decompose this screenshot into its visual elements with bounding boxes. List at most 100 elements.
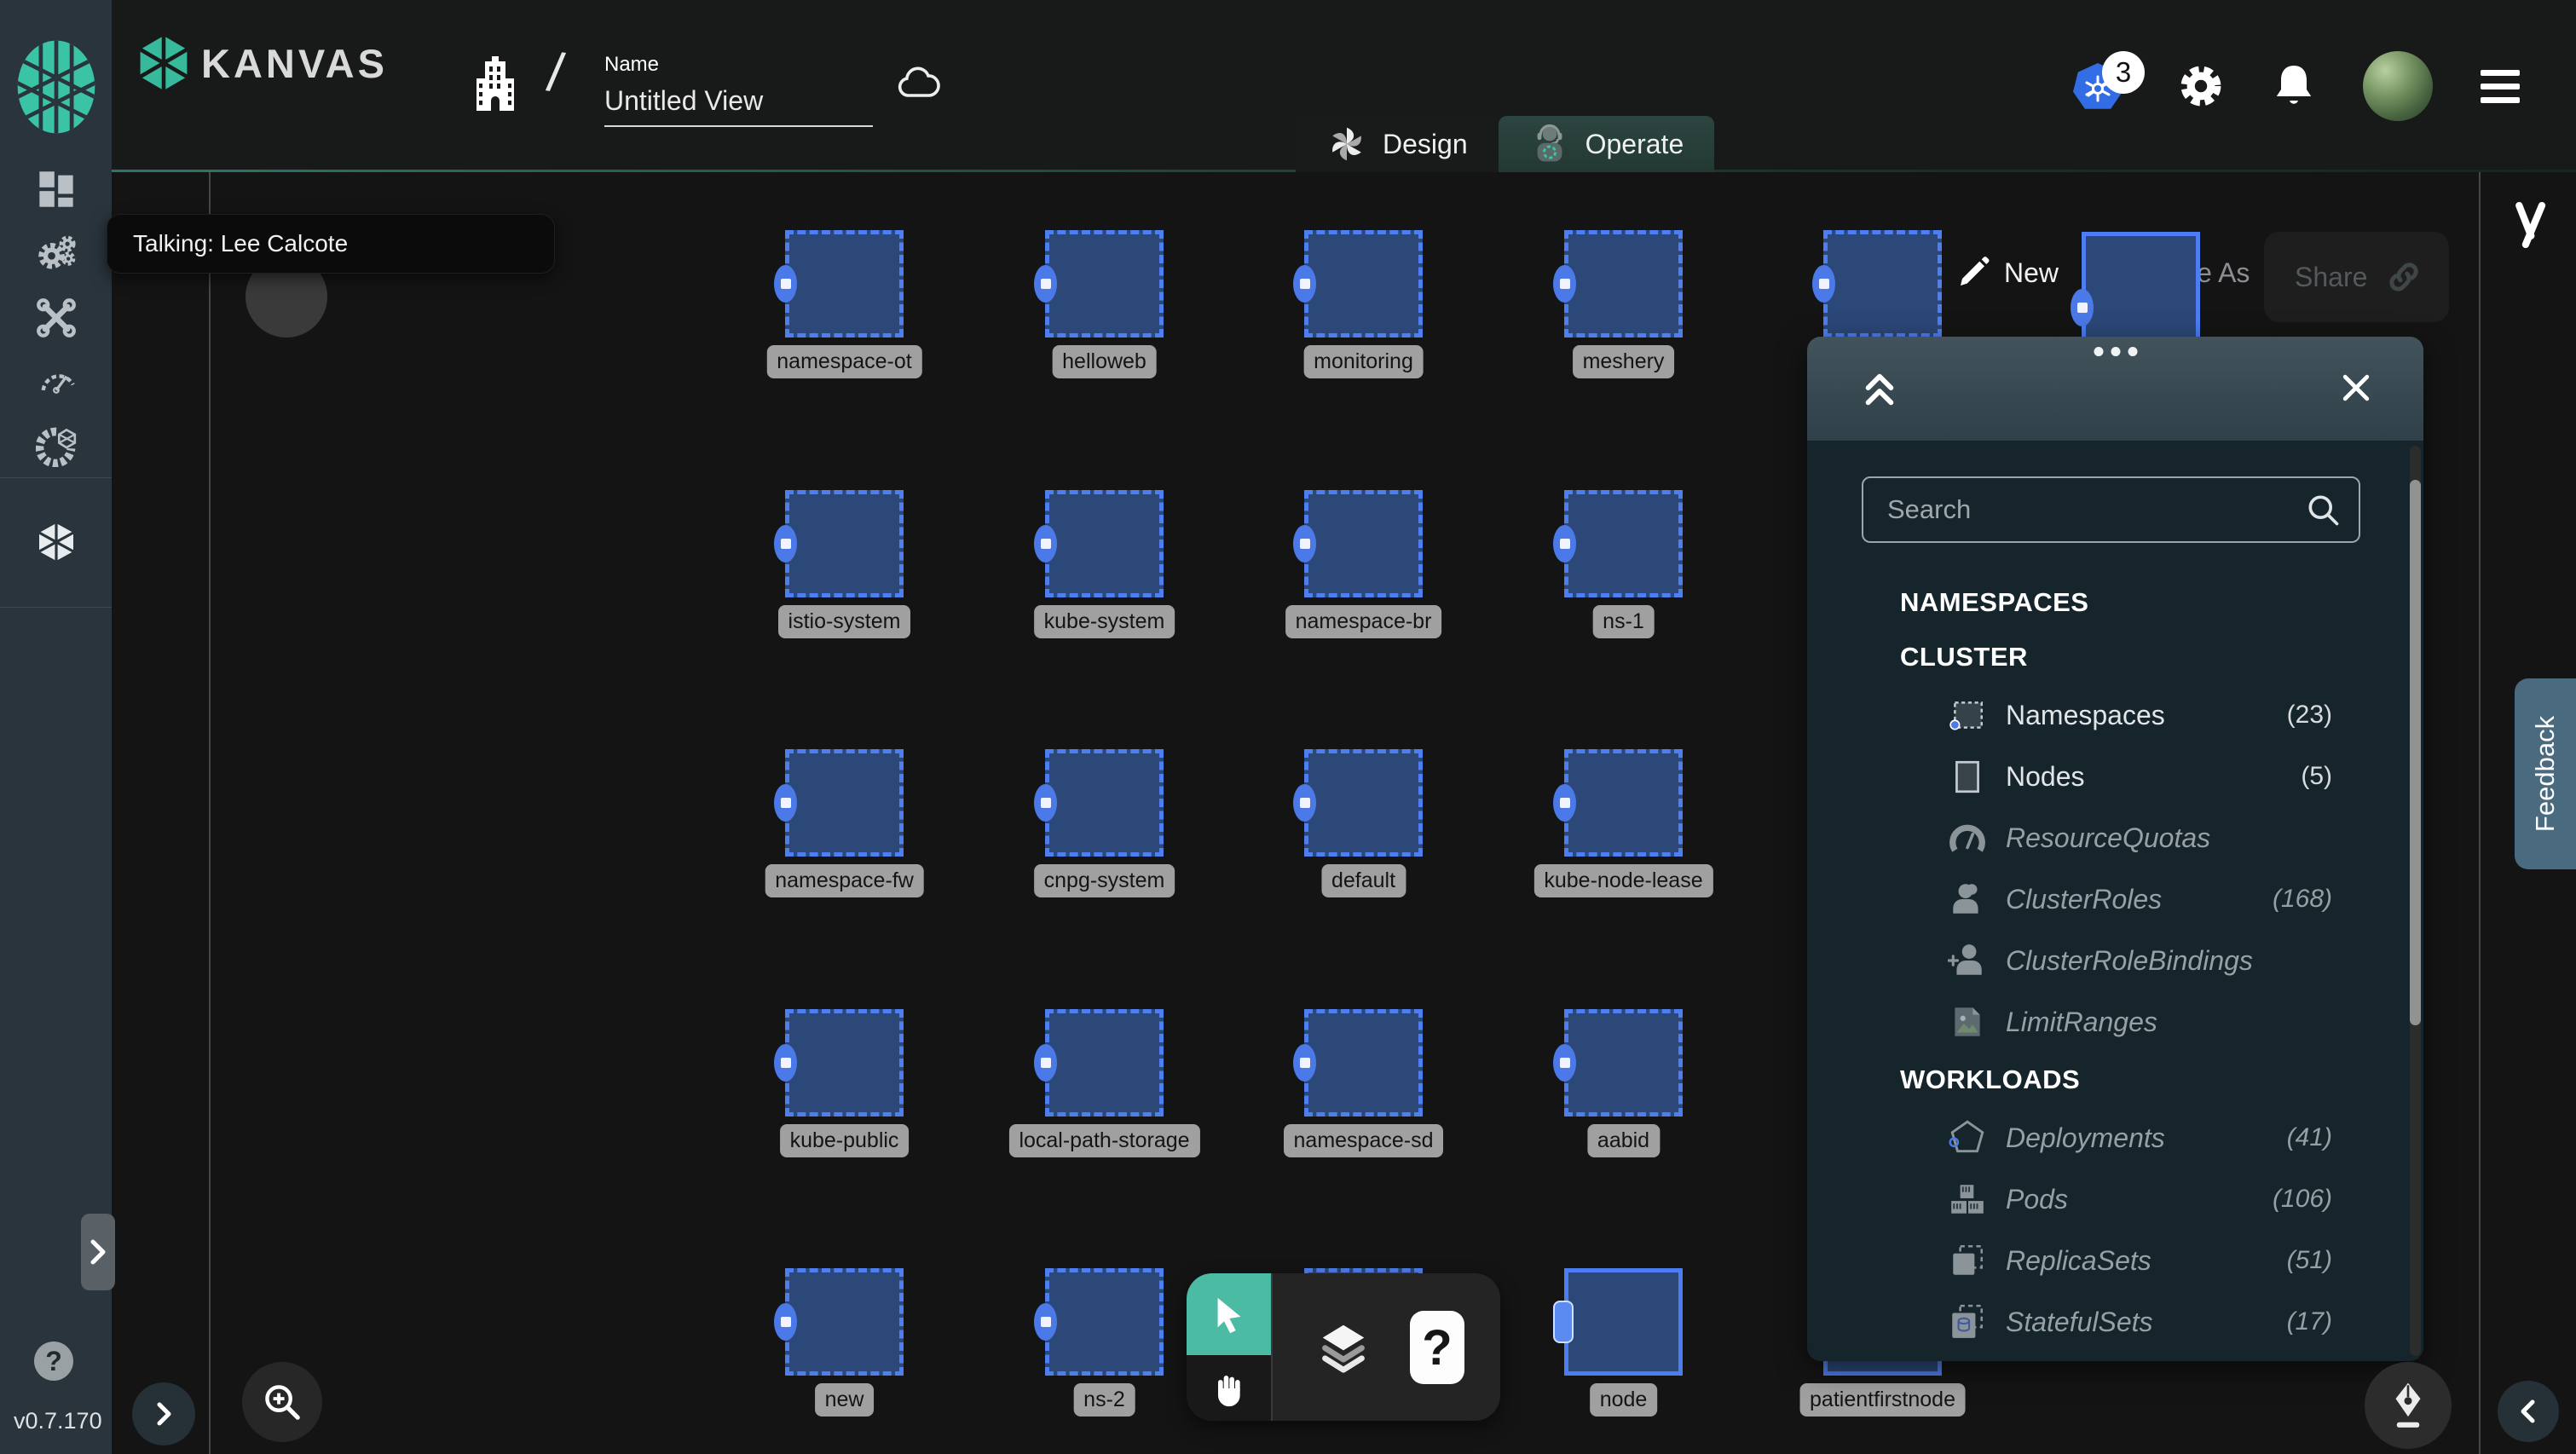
select-cursor-tool[interactable]: [1187, 1273, 1271, 1355]
panel-header[interactable]: [1807, 337, 2423, 441]
zoom-in-button[interactable]: [242, 1362, 322, 1442]
settings-gears-icon[interactable]: [34, 231, 78, 275]
resource-item-resourcequotas[interactable]: ResourceQuotas: [1807, 807, 2399, 868]
canvas-node-node[interactable]: node: [1553, 1268, 1683, 1416]
resource-item-limitranges[interactable]: LimitRanges: [1807, 991, 2399, 1053]
expand-bottom-drawer-button[interactable]: [132, 1382, 195, 1445]
search-input[interactable]: [1862, 476, 2360, 543]
help-tool[interactable]: ?: [1410, 1311, 1464, 1384]
node-label: kube-system: [1033, 605, 1175, 638]
clusterrole-person-icon: [1948, 879, 1987, 920]
annotate-pen-button[interactable]: [2365, 1362, 2452, 1449]
view-name-group: Name: [604, 53, 873, 127]
node-badge-icon: [1034, 784, 1057, 822]
menu-hamburger-icon[interactable]: [2481, 69, 2520, 103]
canvas-node-kube-system[interactable]: kube-system: [1033, 490, 1175, 638]
operate-headset-icon: [1529, 124, 1570, 164]
search-icon[interactable]: [2304, 491, 2342, 528]
canvas-node-kube-node-lease[interactable]: kube-node-lease: [1533, 749, 1713, 897]
canvas-node-kube-public[interactable]: kube-public: [774, 1009, 910, 1157]
panel-scrollbar[interactable]: [2410, 446, 2421, 1356]
cloud-sync-icon[interactable]: [896, 66, 940, 101]
canvas-node[interactable]: [1812, 230, 1942, 338]
drag-handle-dots-icon[interactable]: [2094, 347, 2137, 356]
toolbar-divider: [1271, 1273, 1273, 1421]
resource-label: ClusterRoleBindings: [2006, 944, 2253, 976]
canvas-node-monitoring[interactable]: monitoring: [1293, 230, 1424, 378]
node-label: kube-node-lease: [1533, 864, 1713, 897]
layer5-logo-icon[interactable]: [12, 38, 101, 136]
kanvas-brand[interactable]: KANVAS: [140, 36, 388, 90]
canvas-node-default[interactable]: default: [1293, 749, 1423, 897]
canvas-node-namespace-br[interactable]: namespace-br: [1285, 490, 1442, 638]
node-label: istio-system: [777, 605, 911, 638]
dashboard-icon[interactable]: [34, 167, 78, 211]
sidebar-expand-handle[interactable]: [81, 1214, 115, 1290]
canvas-node-ns-1[interactable]: ns-1: [1553, 490, 1683, 638]
tab-design[interactable]: Design: [1296, 116, 1499, 172]
node-badge-icon: [1293, 525, 1316, 563]
performance-gauge-icon[interactable]: [34, 359, 78, 403]
resource-item-clusterroles[interactable]: ClusterRoles (168): [1807, 868, 2399, 930]
node-badge-icon: [1034, 1303, 1057, 1341]
canvas-node-new[interactable]: new: [774, 1268, 904, 1416]
resource-item-nodes[interactable]: Nodes (5): [1807, 746, 2399, 807]
resource-item-statefulsets[interactable]: StatefulSets (17): [1807, 1291, 2399, 1353]
kubernetes-context-button[interactable]: 3: [2073, 51, 2145, 113]
resource-item-clusterrolebindings[interactable]: ClusterRoleBindings: [1807, 930, 2399, 991]
chevron-left-icon: [2521, 1399, 2535, 1423]
canvas-node-namespace-sd[interactable]: namespace-sd: [1283, 1009, 1444, 1157]
resources-dock-panel: NAMESPACES CLUSTER Namespaces (23) Nodes …: [1807, 337, 2423, 1361]
collapse-right-drawer-button[interactable]: [2498, 1381, 2559, 1442]
resourcequota-gauge-icon: [1948, 817, 1987, 858]
node-badge-icon: [1034, 1044, 1057, 1082]
canvas-node-istio-system[interactable]: istio-system: [774, 490, 911, 638]
group-heading: CLUSTER: [1900, 642, 2028, 672]
node-label: kube-public: [779, 1124, 910, 1157]
resource-item-replicasets[interactable]: ReplicaSets (51): [1807, 1230, 2399, 1291]
collapse-up-icon[interactable]: [1860, 367, 1899, 412]
pencil-icon: [1961, 257, 1990, 286]
view-name-input[interactable]: [604, 85, 873, 127]
mesh-adapter-icon[interactable]: [34, 424, 78, 469]
canvas-node-aabid[interactable]: aabid: [1553, 1009, 1683, 1157]
canvas-toolbar: ?: [1187, 1273, 1500, 1421]
canvas-node-ns-2[interactable]: ns-2: [1034, 1268, 1164, 1416]
user-avatar[interactable]: [2363, 51, 2433, 121]
resource-item-namespaces[interactable]: Namespaces (23): [1807, 684, 2399, 746]
feedback-tab[interactable]: Feedback: [2515, 678, 2576, 869]
breadcrumb-separator: /: [544, 41, 568, 104]
node-badge-icon: [1034, 525, 1057, 563]
organization-building-icon[interactable]: [473, 55, 517, 114]
pan-hand-tool[interactable]: [1187, 1355, 1271, 1421]
help-button[interactable]: ?: [34, 1341, 73, 1381]
share-button[interactable]: Share: [2264, 232, 2449, 322]
canvas-node-meshery[interactable]: meshery: [1553, 230, 1683, 378]
canvas-node-helloweb[interactable]: helloweb: [1034, 230, 1164, 378]
resource-item-deployments[interactable]: Deployments (41): [1807, 1107, 2399, 1168]
resource-count: (51): [2286, 1246, 2332, 1274]
resource-label: Deployments: [2006, 1122, 2165, 1153]
settings-gear-icon[interactable]: [2177, 62, 2225, 110]
limitrange-image-icon: [1948, 1001, 1987, 1042]
node-label: namespace-ot: [766, 345, 922, 378]
kanvas-hexagon-icon[interactable]: [34, 520, 78, 564]
statefulset-stack-icon: [1948, 1301, 1987, 1342]
node-label: new: [814, 1383, 875, 1416]
canvas-node-namespace-fw[interactable]: namespace-fw: [765, 749, 924, 897]
mode-tabs: Design Operate: [1296, 116, 1715, 172]
canvas-node-local-path-storage[interactable]: local-path-storage: [1008, 1009, 1200, 1157]
tab-operate[interactable]: Operate: [1498, 116, 1715, 172]
scrollbar-thumb[interactable]: [2410, 480, 2421, 1025]
new-button[interactable]: New: [1956, 256, 2059, 290]
resource-item-pods[interactable]: Pods (106): [1807, 1168, 2399, 1230]
canvas-node-namespace-ot[interactable]: namespace-ot: [766, 230, 922, 378]
canvas-right-boundary: [2479, 172, 2481, 1454]
notifications-bell-icon[interactable]: [2273, 62, 2315, 110]
deployment-pentagon-icon: [1948, 1117, 1987, 1158]
resource-list: NAMESPACES CLUSTER Namespaces (23) Nodes …: [1807, 575, 2399, 1353]
close-icon[interactable]: [2337, 369, 2375, 407]
toolkit-wrenches-icon[interactable]: [34, 296, 78, 340]
layers-tool[interactable]: [1314, 1323, 1372, 1376]
canvas-node-cnpg-system[interactable]: cnpg-system: [1033, 749, 1175, 897]
